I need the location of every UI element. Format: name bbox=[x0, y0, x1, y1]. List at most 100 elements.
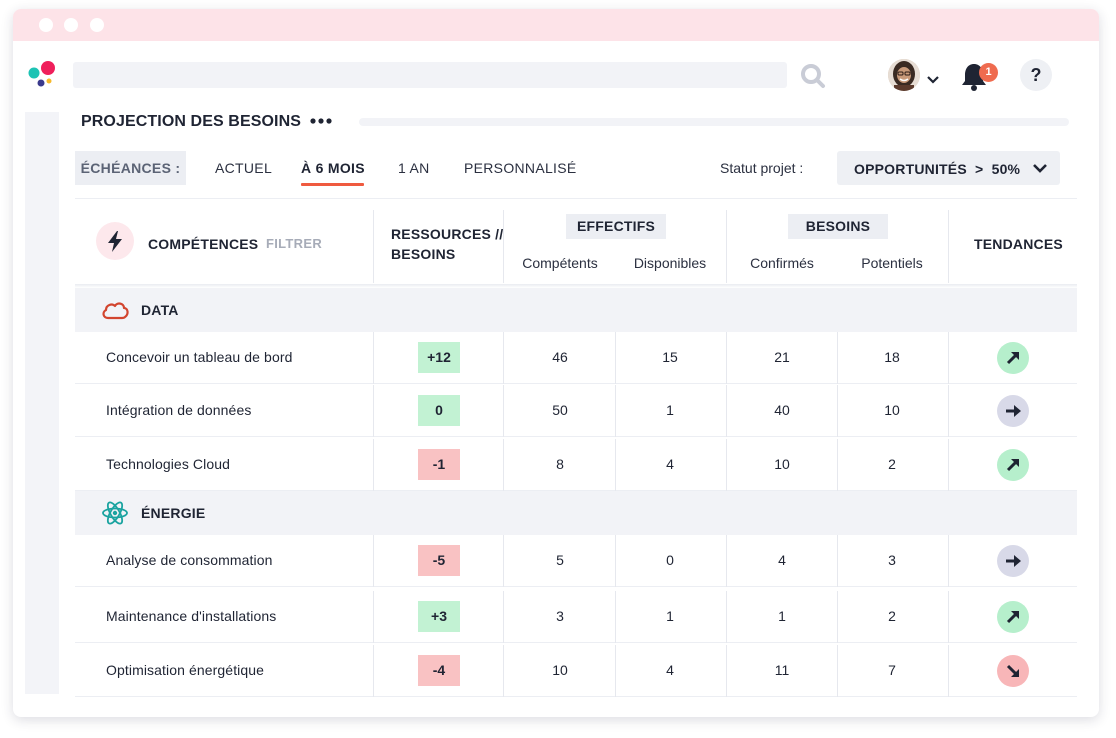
potentiels-value: 3 bbox=[888, 552, 896, 568]
arrow-up-icon bbox=[1006, 459, 1019, 472]
potentiels-value: 7 bbox=[888, 662, 896, 678]
more-options-icon[interactable] bbox=[308, 111, 336, 131]
trend-flat-icon[interactable] bbox=[997, 395, 1029, 427]
cell-separator bbox=[948, 591, 949, 643]
table-row[interactable]: Optimisation énergétique -4 10 4 11 7 bbox=[75, 645, 1077, 697]
cell-separator bbox=[373, 332, 374, 384]
confirmes-value: 21 bbox=[774, 349, 790, 365]
window-minimize-dot[interactable] bbox=[64, 18, 78, 32]
statut-select[interactable]: OPPORTUNITÉS > 50% bbox=[837, 151, 1060, 185]
delta-badge: +3 bbox=[418, 601, 460, 632]
skill-name[interactable]: Intégration de données bbox=[106, 402, 251, 418]
category-name: DATA bbox=[141, 302, 179, 318]
cell-separator bbox=[948, 535, 949, 587]
skill-name[interactable]: Maintenance d'installations bbox=[106, 608, 276, 624]
cell-separator bbox=[373, 535, 374, 587]
tab-personnalise[interactable]: PERSONNALISÉ bbox=[464, 160, 577, 176]
competences-icon-wrap bbox=[96, 222, 134, 260]
header-divider bbox=[75, 198, 1077, 199]
notification-badge: 1 bbox=[979, 63, 998, 82]
cell-separator bbox=[373, 591, 374, 643]
column-separator bbox=[503, 210, 504, 283]
delta-badge: -4 bbox=[418, 655, 460, 686]
search-icon[interactable] bbox=[799, 63, 827, 89]
tab-6-mois[interactable]: À 6 MOIS bbox=[301, 160, 365, 176]
cell-separator bbox=[948, 439, 949, 491]
lightning-icon bbox=[108, 231, 122, 252]
sidebar bbox=[25, 112, 59, 694]
chevron-down-icon[interactable] bbox=[926, 75, 940, 85]
column-separator bbox=[726, 210, 727, 283]
trend-up-icon[interactable] bbox=[997, 342, 1029, 374]
help-button[interactable]: ? bbox=[1020, 59, 1052, 91]
cell-separator bbox=[373, 645, 374, 697]
avatar-portrait-icon bbox=[888, 59, 920, 91]
table-row[interactable]: Technologies Cloud -1 8 4 10 2 bbox=[75, 439, 1077, 491]
delta-badge: +12 bbox=[418, 342, 460, 373]
cell-separator bbox=[373, 439, 374, 491]
window-maximize-dot[interactable] bbox=[90, 18, 104, 32]
chevron-down-icon bbox=[1033, 164, 1047, 173]
competents-header[interactable]: Compétents bbox=[504, 255, 616, 271]
skill-name[interactable]: Optimisation énergétique bbox=[106, 662, 264, 678]
disponibles-value: 4 bbox=[666, 662, 674, 678]
ressources-header-line2[interactable]: BESOINS bbox=[391, 246, 455, 262]
table-row[interactable]: Analyse de consommation -5 5 0 4 3 bbox=[75, 535, 1077, 587]
atom-icon bbox=[102, 501, 128, 525]
confirmes-value: 40 bbox=[774, 402, 790, 418]
cell-separator bbox=[948, 332, 949, 384]
category-name: ÉNERGIE bbox=[141, 505, 206, 521]
disponibles-value: 0 bbox=[666, 552, 674, 568]
cell-separator bbox=[948, 645, 949, 697]
disponibles-header[interactable]: Disponibles bbox=[614, 255, 726, 271]
arrow-down-icon bbox=[1006, 664, 1019, 677]
disponibles-value: 15 bbox=[662, 349, 678, 365]
delta-badge: -5 bbox=[418, 545, 460, 576]
trend-up-icon[interactable] bbox=[997, 449, 1029, 481]
trend-up-icon[interactable] bbox=[997, 601, 1029, 633]
trend-flat-icon[interactable] bbox=[997, 545, 1029, 577]
app-window: 1 ? PROJECTION DES BESOINS ÉCHÉANCES : A… bbox=[13, 9, 1099, 717]
category-row-data: DATA bbox=[75, 288, 1077, 332]
cell-separator bbox=[373, 385, 374, 437]
potentiels-value: 2 bbox=[888, 608, 896, 624]
competents-value: 3 bbox=[556, 608, 564, 624]
user-avatar[interactable] bbox=[888, 59, 920, 91]
trend-down-icon[interactable] bbox=[997, 655, 1029, 687]
competents-value: 5 bbox=[556, 552, 564, 568]
competents-value: 50 bbox=[552, 402, 568, 418]
skill-name[interactable]: Concevoir un tableau de bord bbox=[106, 349, 292, 365]
category-row-energie: ÉNERGIE bbox=[75, 491, 1077, 535]
skill-name[interactable]: Analyse de consommation bbox=[106, 552, 273, 568]
confirmes-header[interactable]: Confirmés bbox=[726, 255, 838, 271]
table-row[interactable]: Concevoir un tableau de bord +12 46 15 21 18 bbox=[75, 332, 1077, 384]
competences-header[interactable]: COMPÉTENCES bbox=[148, 236, 258, 252]
effectifs-header: EFFECTIFS bbox=[566, 214, 666, 239]
app-logo[interactable] bbox=[27, 60, 57, 90]
delta-badge: -1 bbox=[418, 449, 460, 480]
skill-name[interactable]: Technologies Cloud bbox=[106, 456, 230, 472]
tab-1-an[interactable]: 1 AN bbox=[398, 160, 430, 176]
confirmes-value: 4 bbox=[778, 552, 786, 568]
window-close-dot[interactable] bbox=[39, 18, 53, 32]
column-separator bbox=[948, 210, 949, 283]
tendances-header[interactable]: TENDANCES bbox=[974, 236, 1063, 252]
filter-button[interactable]: FILTRER bbox=[266, 236, 322, 251]
statut-label: Statut projet : bbox=[720, 160, 804, 176]
arrow-flat-icon bbox=[1006, 555, 1021, 567]
confirmes-value: 1 bbox=[778, 608, 786, 624]
search-input[interactable] bbox=[73, 62, 787, 88]
potentiels-value: 10 bbox=[884, 402, 900, 418]
ressources-header-line1[interactable]: RESSOURCES // bbox=[391, 226, 503, 242]
confirmes-value: 11 bbox=[774, 662, 790, 678]
column-separator bbox=[373, 210, 374, 283]
potentiels-header[interactable]: Potentiels bbox=[836, 255, 948, 271]
table-row[interactable]: Maintenance d'installations +3 3 1 1 2 bbox=[75, 591, 1077, 643]
table-row[interactable]: Intégration de données 0 50 1 40 10 bbox=[75, 385, 1077, 437]
delta-badge: 0 bbox=[418, 395, 460, 426]
potentiels-value: 18 bbox=[884, 349, 900, 365]
title-divider bbox=[359, 118, 1069, 126]
window-titlebar bbox=[13, 9, 1099, 41]
besoins-header: BESOINS bbox=[788, 214, 888, 239]
tab-actuel[interactable]: ACTUEL bbox=[215, 160, 272, 176]
